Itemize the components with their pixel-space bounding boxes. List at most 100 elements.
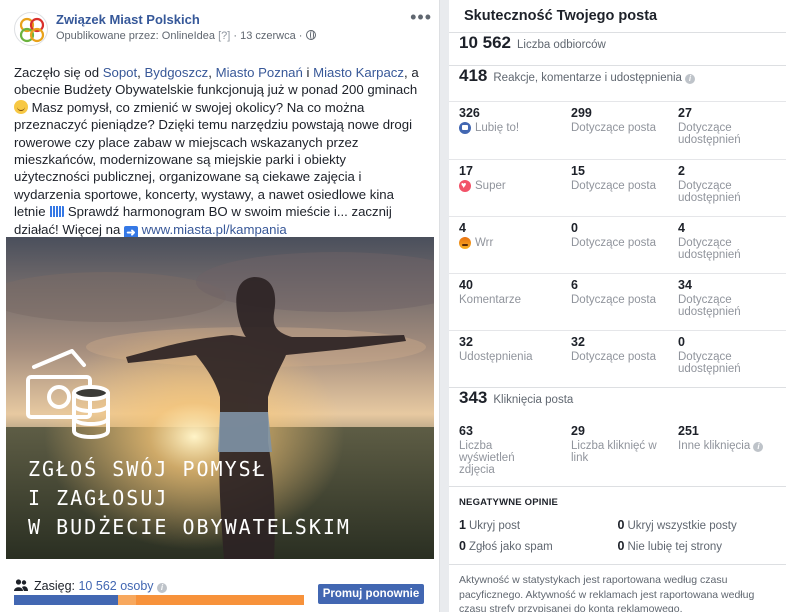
stat-cell: 0 Dotyczące posta [561, 217, 668, 273]
reactions-row: 326 Lubię to! 299 Dotyczące posta 27 Dotycząc… [449, 102, 786, 159]
post-header: Związek Miast Polskich Opublikowane prze… [14, 8, 434, 58]
stat-label: Dotyczące posta [571, 294, 657, 306]
stat-label-text: Lubię to! [475, 122, 520, 134]
clicks-other: 251 Inne kliknięcia i [668, 420, 780, 480]
stat-number: 29 [571, 424, 585, 438]
stat-number: 17 [459, 164, 473, 178]
stat-number: 251 [678, 424, 699, 438]
negative-feedback-section: NEGATYWNE OPINIE 1 Ukryj post 0 Ukryj wszy… [449, 487, 786, 565]
more-options-icon[interactable]: ••• [410, 8, 432, 26]
neg-count: 0 [617, 517, 625, 532]
info-icon[interactable]: i [157, 583, 168, 593]
stat-label: Dotyczące posta [571, 351, 657, 363]
publisher-name[interactable]: OnlineIdea [162, 30, 215, 42]
stat-number: 0 [678, 335, 685, 349]
overlay-line-1: ZGŁOŚ SWÓJ POMYSŁ [28, 457, 267, 481]
link-poznan[interactable]: Miasto Poznań [216, 65, 303, 80]
stat-cell: 6 Dotyczące posta [561, 274, 668, 330]
overlay-line-2: I ZAGŁOSUJ [28, 486, 169, 510]
stat-number: 6 [571, 278, 578, 292]
published-prefix: Opublikowane przez: [56, 30, 159, 42]
stat-label: Udostępnienia [459, 351, 533, 363]
stat-label-text: Super [475, 180, 506, 192]
stat-cell: 4 Dotyczące udostępnień [668, 217, 780, 273]
post-text-part: i [302, 65, 314, 80]
publisher-hint[interactable]: [?] [218, 30, 230, 42]
film-emoji-icon [49, 206, 65, 218]
stat-label: Dotyczące udostępnień [678, 294, 741, 318]
smile-emoji-icon [14, 99, 28, 114]
like-icon [459, 122, 471, 134]
stat-number: 0 [571, 221, 578, 235]
stat-label: Dotyczące posta [571, 180, 657, 192]
stat-number: 4 [678, 221, 685, 235]
stat-label-text: Inne kliknięcia [678, 440, 751, 452]
stat-cell: 27 Dotyczące udostępnień [668, 102, 780, 159]
clicks-link: 29 Liczba kliknięć w link [561, 420, 668, 480]
stat-cell: 2 Dotyczące udostępnień [668, 160, 780, 216]
reach-bar-organic [14, 595, 119, 605]
stat-cell: 32 Dotyczące posta [561, 331, 668, 387]
page-name[interactable]: Związek Miast Polskich [56, 12, 200, 27]
post-card: Związek Miast Polskich Opublikowane prze… [0, 0, 440, 612]
stat-number: 32 [459, 335, 473, 349]
stat-label: Dotyczące udostępnień [678, 122, 741, 146]
reactions-row: 17Super 15 Dotyczące posta 2 Dotyczące udost… [449, 159, 786, 216]
neg-label: Ukryj post [468, 519, 521, 532]
neg-count: 1 [459, 517, 466, 532]
link-sopot[interactable]: Sopot [103, 65, 137, 80]
post-text-part: , [208, 65, 216, 80]
angry-icon [459, 237, 471, 249]
neg-hide-all: 0 Ukryj wszystkie posty [618, 518, 777, 532]
footnote: Aktywność w statystykach jest raportowan… [459, 574, 755, 612]
stat-cell: 34 Dotyczące udostępnień [668, 274, 780, 330]
stat-number: 40 [459, 278, 473, 292]
reactions-grid: 32 6 Lubię to! 299 Dotyczące posta 27 Dotycząc… [449, 102, 786, 388]
clicks-section: 343 Kliknięcia posta [449, 388, 786, 420]
promote-again-button[interactable]: Promuj ponownie [318, 584, 424, 604]
post-footer: Zasięg: 10 562 osoby i Promuj ponownie [14, 574, 434, 608]
neg-report-spam: 0 Zgłoś jako spam [459, 539, 618, 553]
stat-number: 2 [678, 164, 685, 178]
stat-number: 32 [571, 335, 585, 349]
recipients-label: Liczba odbiorców [517, 39, 606, 51]
reach-bar [14, 595, 304, 605]
stat-label: Wrr [459, 237, 551, 249]
stat-label-text: Wrr [475, 237, 494, 249]
post-image[interactable]: ZGŁOŚ SWÓJ POMYSŁ I ZAGŁOSUJ W BUDŻECIE … [6, 237, 434, 559]
info-icon[interactable]: i [684, 74, 695, 84]
clicks-label: Kliknięcia posta [493, 394, 574, 406]
stat-label: Dotyczące udostępnień [678, 237, 741, 261]
link-campaign[interactable]: www.miasta.pl/kampania [142, 222, 287, 237]
reactions-count: 418 [459, 66, 488, 85]
stat-cell: 17Super [449, 160, 561, 216]
stat-label: Dotyczące udostępnień [678, 351, 741, 375]
clicks-count: 343 [459, 388, 488, 407]
stat-label: Liczba wyświetleń zdjęcia [459, 440, 515, 476]
info-icon[interactable]: i [753, 442, 764, 452]
people-icon [14, 579, 28, 591]
stat-label: Liczba kliknięć w link [571, 440, 657, 464]
stat-label: Dotyczące udostępnień [678, 180, 741, 204]
neg-count: 0 [459, 538, 466, 553]
link-karpacz[interactable]: Miasto Karpacz [313, 65, 404, 80]
stat-number: 34 [678, 278, 692, 292]
recipients-count: 10 562 [459, 33, 511, 52]
post-text-part: Zaczęło się od [14, 65, 103, 80]
recipients-section: 10 562 Liczba odbiorców [449, 33, 786, 66]
post-date[interactable]: · 13 czerwca · [233, 30, 302, 42]
neg-label: Ukryj wszystkie posty [627, 519, 737, 532]
stat-label: Dotyczące posta [571, 237, 657, 249]
link-bydgoszcz[interactable]: Bydgoszcz [145, 65, 209, 80]
reach-label: Zasięg: 10 562 osoby i [34, 579, 168, 593]
page-avatar[interactable] [14, 12, 48, 46]
stat-label: Dotyczące posta [571, 122, 657, 134]
clicks-photo-views: 63 Liczba wyświetleń zdjęcia [449, 420, 561, 480]
stat-cell: 32 Udostępnienia [449, 331, 561, 387]
reactions-label: Reakcje, komentarze i udostępnienia [493, 72, 682, 84]
neg-unlike-page: 0 Nie lubię tej strony [618, 539, 777, 553]
post-performance-panel: Skuteczność Twojego posta 10 562 Liczba … [449, 0, 786, 612]
stat-number: 299 [571, 106, 592, 120]
stat-label: Lubię to! [459, 122, 551, 134]
reach-value[interactable]: 10 562 osoby [78, 579, 153, 593]
